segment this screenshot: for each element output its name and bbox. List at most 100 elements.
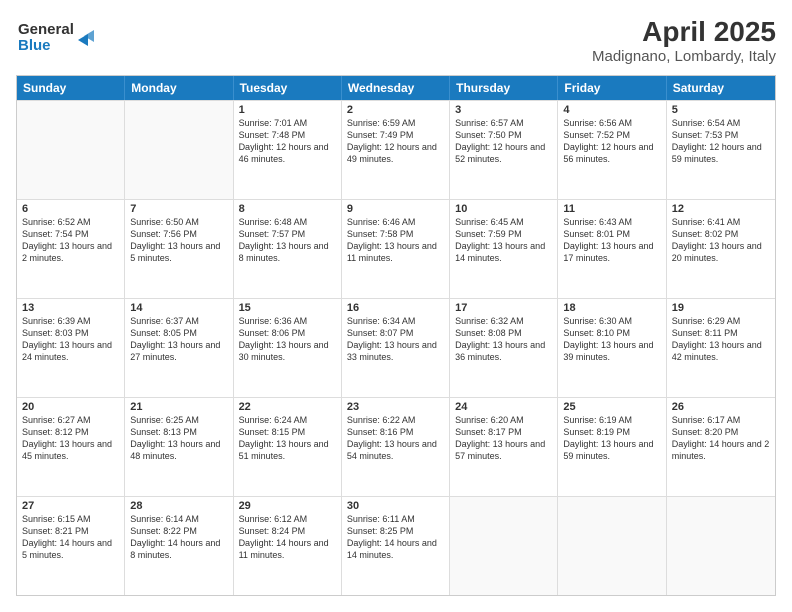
cell-info: Sunrise: 6:29 AMSunset: 8:11 PMDaylight:…: [672, 315, 770, 364]
day-number: 28: [130, 500, 227, 512]
day-number: 24: [455, 401, 552, 413]
calendar-cell: 11Sunrise: 6:43 AMSunset: 8:01 PMDayligh…: [558, 200, 666, 298]
calendar-row-2: 13Sunrise: 6:39 AMSunset: 8:03 PMDayligh…: [17, 298, 775, 397]
header-day-saturday: Saturday: [667, 76, 775, 100]
header-day-friday: Friday: [558, 76, 666, 100]
cell-info: Sunrise: 6:39 AMSunset: 8:03 PMDaylight:…: [22, 315, 119, 364]
calendar-cell: 24Sunrise: 6:20 AMSunset: 8:17 PMDayligh…: [450, 398, 558, 496]
cell-info: Sunrise: 6:22 AMSunset: 8:16 PMDaylight:…: [347, 414, 444, 463]
day-number: 6: [22, 203, 119, 215]
header-day-monday: Monday: [125, 76, 233, 100]
calendar-cell: 13Sunrise: 6:39 AMSunset: 8:03 PMDayligh…: [17, 299, 125, 397]
logo-svg: General Blue: [16, 16, 106, 56]
cell-info: Sunrise: 6:56 AMSunset: 7:52 PMDaylight:…: [563, 117, 660, 166]
calendar-cell: 14Sunrise: 6:37 AMSunset: 8:05 PMDayligh…: [125, 299, 233, 397]
calendar-cell: 25Sunrise: 6:19 AMSunset: 8:19 PMDayligh…: [558, 398, 666, 496]
day-number: 20: [22, 401, 119, 413]
cell-info: Sunrise: 6:46 AMSunset: 7:58 PMDaylight:…: [347, 216, 444, 265]
cell-info: Sunrise: 6:59 AMSunset: 7:49 PMDaylight:…: [347, 117, 444, 166]
day-number: 29: [239, 500, 336, 512]
calendar-cell: 26Sunrise: 6:17 AMSunset: 8:20 PMDayligh…: [667, 398, 775, 496]
day-number: 15: [239, 302, 336, 314]
cell-info: Sunrise: 6:30 AMSunset: 8:10 PMDaylight:…: [563, 315, 660, 364]
day-number: 23: [347, 401, 444, 413]
day-number: 26: [672, 401, 770, 413]
day-number: 11: [563, 203, 660, 215]
svg-text:Blue: Blue: [18, 37, 51, 54]
cell-info: Sunrise: 6:24 AMSunset: 8:15 PMDaylight:…: [239, 414, 336, 463]
header-day-thursday: Thursday: [450, 76, 558, 100]
cell-info: Sunrise: 6:20 AMSunset: 8:17 PMDaylight:…: [455, 414, 552, 463]
location-title: Madignano, Lombardy, Italy: [592, 48, 776, 65]
day-number: 30: [347, 500, 444, 512]
header-day-tuesday: Tuesday: [234, 76, 342, 100]
day-number: 9: [347, 203, 444, 215]
calendar-cell: [17, 101, 125, 199]
calendar: SundayMondayTuesdayWednesdayThursdayFrid…: [16, 75, 776, 596]
day-number: 18: [563, 302, 660, 314]
calendar-cell: 10Sunrise: 6:45 AMSunset: 7:59 PMDayligh…: [450, 200, 558, 298]
calendar-cell: 7Sunrise: 6:50 AMSunset: 7:56 PMDaylight…: [125, 200, 233, 298]
header-day-wednesday: Wednesday: [342, 76, 450, 100]
cell-info: Sunrise: 6:54 AMSunset: 7:53 PMDaylight:…: [672, 117, 770, 166]
cell-info: Sunrise: 6:45 AMSunset: 7:59 PMDaylight:…: [455, 216, 552, 265]
calendar-cell: [558, 497, 666, 595]
calendar-cell: [125, 101, 233, 199]
page: General Blue April 2025 Madignano, Lomba…: [0, 0, 792, 612]
calendar-cell: 23Sunrise: 6:22 AMSunset: 8:16 PMDayligh…: [342, 398, 450, 496]
calendar-cell: 12Sunrise: 6:41 AMSunset: 8:02 PMDayligh…: [667, 200, 775, 298]
day-number: 14: [130, 302, 227, 314]
cell-info: Sunrise: 6:11 AMSunset: 8:25 PMDaylight:…: [347, 513, 444, 562]
header: General Blue April 2025 Madignano, Lomba…: [16, 16, 776, 65]
calendar-cell: 20Sunrise: 6:27 AMSunset: 8:12 PMDayligh…: [17, 398, 125, 496]
cell-info: Sunrise: 6:48 AMSunset: 7:57 PMDaylight:…: [239, 216, 336, 265]
calendar-row-0: 1Sunrise: 7:01 AMSunset: 7:48 PMDaylight…: [17, 100, 775, 199]
calendar-cell: 29Sunrise: 6:12 AMSunset: 8:24 PMDayligh…: [234, 497, 342, 595]
cell-info: Sunrise: 6:50 AMSunset: 7:56 PMDaylight:…: [130, 216, 227, 265]
calendar-row-3: 20Sunrise: 6:27 AMSunset: 8:12 PMDayligh…: [17, 397, 775, 496]
title-block: April 2025 Madignano, Lombardy, Italy: [592, 16, 776, 65]
day-number: 13: [22, 302, 119, 314]
day-number: 7: [130, 203, 227, 215]
calendar-cell: 18Sunrise: 6:30 AMSunset: 8:10 PMDayligh…: [558, 299, 666, 397]
calendar-cell: 19Sunrise: 6:29 AMSunset: 8:11 PMDayligh…: [667, 299, 775, 397]
calendar-cell: 6Sunrise: 6:52 AMSunset: 7:54 PMDaylight…: [17, 200, 125, 298]
cell-info: Sunrise: 6:57 AMSunset: 7:50 PMDaylight:…: [455, 117, 552, 166]
calendar-cell: [450, 497, 558, 595]
calendar-body: 1Sunrise: 7:01 AMSunset: 7:48 PMDaylight…: [17, 100, 775, 595]
cell-info: Sunrise: 7:01 AMSunset: 7:48 PMDaylight:…: [239, 117, 336, 166]
day-number: 16: [347, 302, 444, 314]
calendar-cell: 3Sunrise: 6:57 AMSunset: 7:50 PMDaylight…: [450, 101, 558, 199]
cell-info: Sunrise: 6:37 AMSunset: 8:05 PMDaylight:…: [130, 315, 227, 364]
calendar-row-4: 27Sunrise: 6:15 AMSunset: 8:21 PMDayligh…: [17, 496, 775, 595]
calendar-cell: [667, 497, 775, 595]
calendar-cell: 5Sunrise: 6:54 AMSunset: 7:53 PMDaylight…: [667, 101, 775, 199]
cell-info: Sunrise: 6:12 AMSunset: 8:24 PMDaylight:…: [239, 513, 336, 562]
day-number: 8: [239, 203, 336, 215]
day-number: 5: [672, 104, 770, 116]
svg-text:General: General: [18, 21, 74, 38]
calendar-cell: 8Sunrise: 6:48 AMSunset: 7:57 PMDaylight…: [234, 200, 342, 298]
cell-info: Sunrise: 6:41 AMSunset: 8:02 PMDaylight:…: [672, 216, 770, 265]
cell-info: Sunrise: 6:15 AMSunset: 8:21 PMDaylight:…: [22, 513, 119, 562]
day-number: 22: [239, 401, 336, 413]
day-number: 3: [455, 104, 552, 116]
day-number: 27: [22, 500, 119, 512]
calendar-cell: 28Sunrise: 6:14 AMSunset: 8:22 PMDayligh…: [125, 497, 233, 595]
cell-info: Sunrise: 6:17 AMSunset: 8:20 PMDaylight:…: [672, 414, 770, 463]
calendar-cell: 1Sunrise: 7:01 AMSunset: 7:48 PMDaylight…: [234, 101, 342, 199]
calendar-cell: 16Sunrise: 6:34 AMSunset: 8:07 PMDayligh…: [342, 299, 450, 397]
calendar-cell: 27Sunrise: 6:15 AMSunset: 8:21 PMDayligh…: [17, 497, 125, 595]
calendar-cell: 22Sunrise: 6:24 AMSunset: 8:15 PMDayligh…: [234, 398, 342, 496]
cell-info: Sunrise: 6:25 AMSunset: 8:13 PMDaylight:…: [130, 414, 227, 463]
cell-info: Sunrise: 6:34 AMSunset: 8:07 PMDaylight:…: [347, 315, 444, 364]
day-number: 19: [672, 302, 770, 314]
cell-info: Sunrise: 6:52 AMSunset: 7:54 PMDaylight:…: [22, 216, 119, 265]
logo: General Blue: [16, 16, 106, 61]
day-number: 2: [347, 104, 444, 116]
cell-info: Sunrise: 6:36 AMSunset: 8:06 PMDaylight:…: [239, 315, 336, 364]
cell-info: Sunrise: 6:43 AMSunset: 8:01 PMDaylight:…: [563, 216, 660, 265]
header-day-sunday: Sunday: [17, 76, 125, 100]
calendar-cell: 15Sunrise: 6:36 AMSunset: 8:06 PMDayligh…: [234, 299, 342, 397]
calendar-cell: 30Sunrise: 6:11 AMSunset: 8:25 PMDayligh…: [342, 497, 450, 595]
